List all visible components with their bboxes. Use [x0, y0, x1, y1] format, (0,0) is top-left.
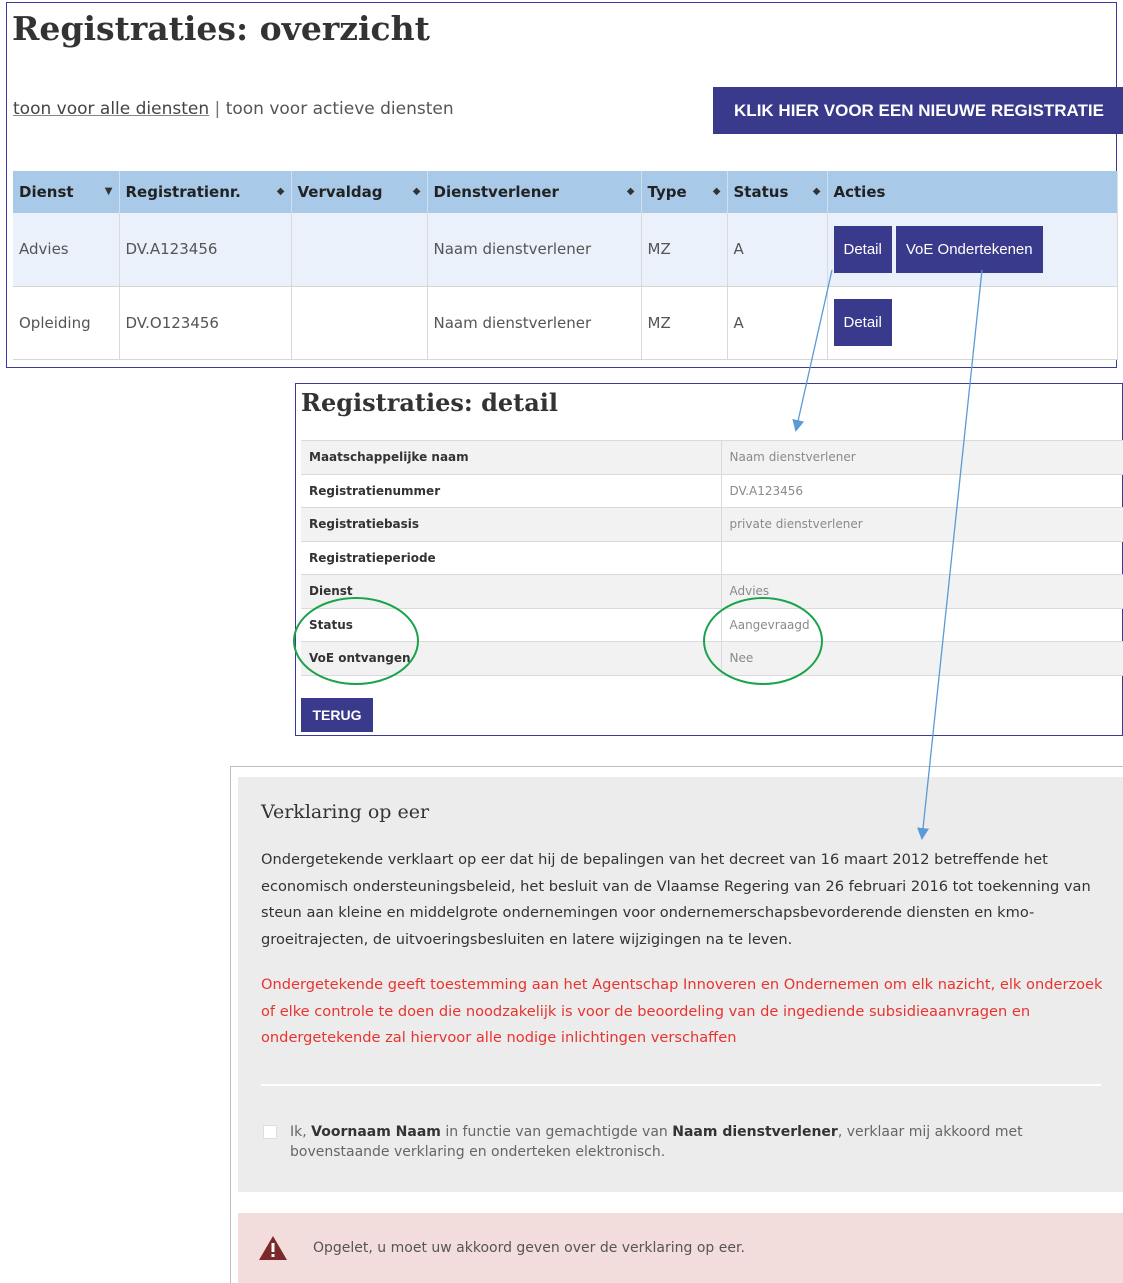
service-filters: toon voor alle diensten | toon voor acti…: [13, 99, 454, 119]
column-label: Registratienr.: [125, 183, 241, 201]
consent-text: Ondergetekende geeft toestemming aan het…: [261, 976, 1103, 1046]
detail-label: Dienst: [301, 574, 722, 609]
detail-label: Status: [301, 607, 722, 642]
detail-value: DV.A123456: [721, 473, 1123, 508]
detail-value: Advies: [721, 574, 1123, 609]
detail-row: Registratieperiode: [301, 540, 1123, 575]
column-header-status[interactable]: Status ◆: [727, 171, 828, 213]
page-title: Registraties: overzicht: [12, 9, 430, 48]
cell-actions: Detail: [827, 286, 1118, 360]
detail-row: Registratienummer DV.A123456: [301, 473, 1123, 508]
cell-type: MZ: [641, 213, 728, 287]
filter-separator: |: [214, 99, 221, 119]
sort-icon[interactable]: ◆: [713, 186, 721, 197]
detail-table: Maatschappelijke naam Naam dienstverlene…: [301, 440, 1123, 676]
column-header-dienst[interactable]: Dienst ▼: [13, 171, 120, 213]
column-header-dienstverlener[interactable]: Dienstverlener ◆: [427, 171, 642, 213]
divider: [261, 1084, 1101, 1086]
column-label: Vervaldag: [297, 183, 383, 201]
cell-dienstverlener: Naam dienstverlener: [427, 213, 642, 287]
cell-registratienr: DV.O123456: [119, 286, 292, 360]
detail-title: Registraties: detail: [301, 388, 559, 417]
cell-registratienr: DV.A123456: [119, 213, 292, 287]
column-label: Dienstverlener: [433, 183, 559, 201]
alert-box: Opgelet, u moet uw akkoord geven over de…: [238, 1213, 1123, 1283]
column-header-registratienr[interactable]: Registratienr. ◆: [119, 171, 292, 213]
detail-value: Aangevraagd: [721, 607, 1123, 642]
detail-row: VoE ontvangen Nee: [301, 641, 1123, 676]
detail-label: Registratienummer: [301, 473, 722, 508]
detail-panel: Registraties: detail Maatschappelijke na…: [295, 383, 1123, 736]
detail-label: Maatschappelijke naam: [301, 440, 722, 475]
filter-active-services-link[interactable]: toon voor actieve diensten: [226, 99, 454, 119]
table-row: Opleiding DV.O123456 Naam dienstverlener…: [13, 286, 1118, 360]
agree-middle: in functie van gemachtigde van: [445, 1124, 668, 1140]
cell-vervaldag: [291, 213, 428, 287]
back-button[interactable]: TERUG: [301, 698, 373, 732]
cell-status: A: [727, 213, 828, 287]
detail-value: Naam dienstverlener: [721, 440, 1123, 475]
sort-icon[interactable]: ◆: [627, 186, 635, 197]
sort-icon[interactable]: ◆: [413, 186, 421, 197]
filter-all-services-link[interactable]: toon voor alle diensten: [13, 99, 209, 119]
sort-icon[interactable]: ◆: [277, 186, 285, 197]
cell-vervaldag: [291, 286, 428, 360]
detail-row: Dienst Advies: [301, 574, 1123, 609]
column-label: Type: [647, 183, 687, 201]
agree-checkbox[interactable]: [263, 1125, 277, 1139]
overview-panel: Registraties: overzicht toon voor alle d…: [6, 2, 1123, 368]
cell-type: MZ: [641, 286, 728, 360]
column-header-acties: Acties: [827, 171, 1118, 213]
detail-row: Registratiebasis private dienstverlener: [301, 507, 1123, 542]
cell-dienst: Opleiding: [13, 286, 120, 360]
column-header-vervaldag[interactable]: Vervaldag ◆: [291, 171, 428, 213]
detail-button[interactable]: Detail: [833, 225, 892, 273]
declaration-panel: Verklaring op eer Ondergetekende verklaa…: [230, 766, 1123, 1283]
agreement-label[interactable]: Ik, Voornaam Naam in functie van gemacht…: [290, 1122, 1083, 1162]
declaration-heading: Verklaring op eer: [261, 801, 430, 823]
detail-value: private dienstverlener: [721, 507, 1123, 542]
alert-message: Opgelet, u moet uw akkoord geven over de…: [313, 1240, 745, 1256]
detail-label: VoE ontvangen: [301, 641, 722, 676]
new-registration-button[interactable]: KLIK HIER VOOR EEN NIEUWE REGISTRATIE: [713, 87, 1123, 134]
column-header-type[interactable]: Type ◆: [641, 171, 728, 213]
sort-desc-icon[interactable]: ▼: [105, 186, 113, 197]
cell-status: A: [727, 286, 828, 360]
declaration-box: Verklaring op eer Ondergetekende verklaa…: [238, 777, 1123, 1192]
registrations-table: Dienst ▼ Registratienr. ◆ Vervaldag ◆ Diens…: [13, 171, 1118, 360]
company-name: Naam dienstverlener: [672, 1124, 838, 1140]
cell-dienst: Advies: [13, 213, 120, 287]
signer-name: Voornaam Naam: [311, 1124, 441, 1140]
column-label: Acties: [833, 183, 886, 201]
column-label: Dienst: [19, 183, 74, 201]
table-header-row: Dienst ▼ Registratienr. ◆ Vervaldag ◆ Diens…: [13, 171, 1118, 213]
cell-dienstverlener: Naam dienstverlener: [427, 286, 642, 360]
column-label: Status: [733, 183, 789, 201]
detail-label: Registratieperiode: [301, 540, 722, 575]
warning-triangle-icon: [258, 1235, 288, 1265]
cell-actions: Detail VoE Ondertekenen: [827, 213, 1118, 287]
sort-icon[interactable]: ◆: [813, 186, 821, 197]
detail-value: [721, 540, 1123, 575]
table-row: Advies DV.A123456 Naam dienstverlener MZ…: [13, 213, 1118, 287]
detail-button[interactable]: Detail: [833, 299, 892, 346]
detail-label: Registratiebasis: [301, 507, 722, 542]
detail-value: Nee: [721, 641, 1123, 676]
declaration-text: Ondergetekende verklaart op eer dat hij …: [261, 851, 1091, 948]
voe-sign-button[interactable]: VoE Ondertekenen: [895, 225, 1043, 273]
detail-row: Status Aangevraagd: [301, 607, 1123, 642]
agree-prefix: Ik,: [290, 1124, 307, 1140]
detail-row: Maatschappelijke naam Naam dienstverlene…: [301, 440, 1123, 475]
agreement-row: Ik, Voornaam Naam in functie van gemacht…: [263, 1122, 1083, 1162]
